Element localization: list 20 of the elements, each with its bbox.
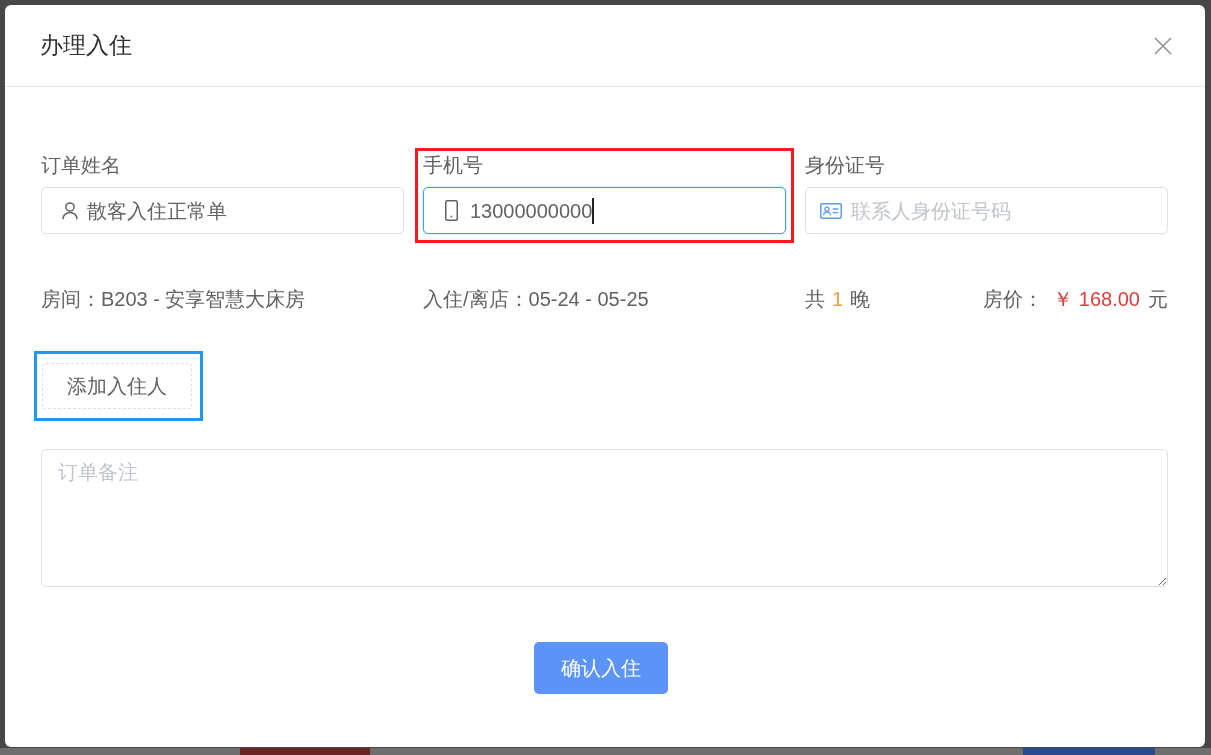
nights-text: 共 1 晚 [805, 287, 871, 312]
room-text: 房间：B203 - 安享智慧大床房 [41, 287, 307, 312]
field-label: 订单姓名 [41, 153, 122, 178]
close-button[interactable] [1152, 34, 1174, 57]
add-guest-button[interactable]: 添加入住人 [42, 363, 192, 409]
field-label: 身份证号 [805, 153, 886, 178]
phone-icon [445, 200, 458, 221]
field-label: 手机号 [423, 153, 484, 178]
text-cursor-icon [592, 197, 595, 224]
dialog-title: 办理入住 [40, 31, 132, 60]
user-icon [62, 201, 78, 220]
phone-field[interactable]: 13000000000 [423, 187, 786, 234]
name-field[interactable]: 散客入住正常单 [41, 187, 404, 234]
remarks-field[interactable]: 订单备注 [41, 449, 1168, 587]
price-unit: 元 [1148, 287, 1168, 312]
close-icon [1154, 36, 1172, 55]
stay-dates-text: 入住/离店：05-24 - 05-25 [423, 287, 650, 312]
price-label: 房价： [983, 287, 1044, 312]
id-card-icon [820, 202, 842, 219]
price-amount: ￥ 168.00 [1053, 287, 1140, 312]
